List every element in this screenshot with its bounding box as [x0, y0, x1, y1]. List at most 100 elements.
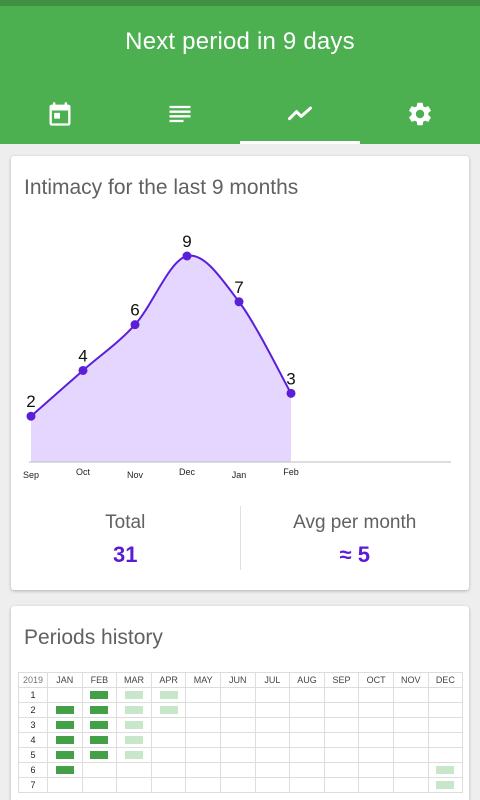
- month-header-aug: AUG: [289, 672, 325, 688]
- history-cell: [323, 717, 360, 733]
- history-cell: [289, 747, 325, 763]
- history-cell: [323, 687, 360, 703]
- periods-history-table: 2019 JAN FEB MAR APR MAY JUN JUL AUG SEP OCT NOV DE…: [18, 672, 464, 793]
- month-header-sep: SEP: [323, 672, 360, 688]
- history-cell: [323, 762, 360, 778]
- history-cell: [358, 777, 394, 793]
- history-title: Periods history: [24, 626, 163, 649]
- history-cell: [116, 717, 152, 733]
- intimacy-title: Intimacy for the last 9 months: [24, 176, 299, 199]
- history-cell: [81, 717, 118, 733]
- month-header-nov: NOV: [392, 672, 429, 688]
- data-point: [182, 251, 192, 261]
- tab-notes[interactable]: [120, 84, 240, 144]
- data-label: 4: [78, 346, 87, 365]
- page-title: Next period in 9 days: [125, 28, 355, 55]
- history-cell: [47, 762, 83, 778]
- history-cell: [116, 747, 152, 763]
- year-label: 2019: [18, 672, 48, 688]
- period-mark-dark: [90, 691, 109, 699]
- period-mark-light: [124, 691, 143, 699]
- total-label: Total: [105, 512, 146, 533]
- x-tick-label: Oct: [76, 467, 91, 477]
- history-cell: [289, 777, 325, 793]
- history-cell: [81, 687, 118, 703]
- history-cell: [219, 687, 256, 703]
- avg-stat: Avg per month ≈ 5: [239, 506, 470, 570]
- notes-list-icon: [169, 105, 191, 123]
- history-cell: [427, 762, 464, 778]
- status-strip: [0, 0, 480, 6]
- day-number: 4: [18, 732, 48, 748]
- history-cell: [289, 687, 325, 703]
- history-cell: [358, 687, 394, 703]
- period-mark-dark: [55, 766, 74, 774]
- history-cell: [150, 762, 187, 778]
- data-label: 2: [26, 392, 35, 411]
- avg-label: Avg per month: [293, 512, 417, 533]
- tab-settings[interactable]: [360, 84, 480, 144]
- history-cell: [358, 717, 394, 733]
- calendar-icon: [49, 102, 71, 126]
- data-label: 3: [286, 369, 295, 388]
- history-cell: [392, 687, 429, 703]
- history-cell: [427, 702, 464, 718]
- data-point: [130, 320, 140, 330]
- period-mark-dark: [90, 721, 109, 729]
- data-label: 7: [234, 278, 243, 297]
- day-number: 5: [18, 747, 48, 763]
- history-cell: [185, 732, 221, 748]
- history-cell: [81, 777, 118, 793]
- data-label: 9: [182, 232, 191, 251]
- history-cell: [427, 717, 464, 733]
- history-cell: [427, 777, 464, 793]
- history-cell: [150, 717, 187, 733]
- history-cell: [219, 747, 256, 763]
- history-cell: [219, 702, 256, 718]
- history-cell: [289, 717, 325, 733]
- month-header-dec: DEC: [427, 672, 464, 688]
- table-row: 7: [18, 777, 464, 793]
- history-cell: [358, 747, 394, 763]
- history-cell: [219, 762, 256, 778]
- app-bar: Next period in 9 days: [0, 0, 480, 144]
- period-mark-light: [159, 691, 178, 699]
- intimacy-card: Intimacy for the last 9 months 2 Sep 4 Oct 6…: [11, 156, 469, 590]
- tab-calendar[interactable]: [0, 84, 120, 144]
- period-mark-light: [436, 781, 455, 789]
- total-stat: Total 31: [11, 506, 240, 570]
- history-cell: [254, 747, 291, 763]
- history-cell: [323, 777, 360, 793]
- history-cell: [116, 702, 152, 718]
- month-header-mar: MAR: [116, 672, 152, 688]
- history-cell: [392, 777, 429, 793]
- history-cell: [116, 762, 152, 778]
- intimacy-stats: Total 31 Avg per month ≈ 5: [11, 506, 469, 570]
- period-mark-light: [159, 706, 178, 714]
- period-mark-dark: [90, 736, 109, 744]
- history-cell: [323, 747, 360, 763]
- history-cell: [392, 702, 429, 718]
- tab-bar: [0, 84, 480, 144]
- data-point: [286, 388, 296, 398]
- period-mark-dark: [55, 706, 74, 714]
- table-row: 1: [18, 687, 464, 703]
- day-number: 7: [18, 777, 48, 793]
- day-number: 2: [18, 702, 48, 718]
- history-cell: [150, 777, 187, 793]
- history-cell: [427, 747, 464, 763]
- x-tick-label: Nov: [127, 470, 144, 480]
- history-cell: [185, 762, 221, 778]
- history-cell: [358, 702, 394, 718]
- history-cell: [185, 687, 221, 703]
- history-cell: [150, 687, 187, 703]
- history-cell: [254, 687, 291, 703]
- history-cell: [289, 762, 325, 778]
- tab-stats[interactable]: [240, 84, 360, 144]
- period-mark-light: [124, 706, 143, 714]
- table-row: 2: [18, 702, 464, 718]
- history-cell: [47, 687, 83, 703]
- history-cell: [81, 732, 118, 748]
- period-mark-light: [436, 766, 455, 774]
- day-number: 6: [18, 762, 48, 778]
